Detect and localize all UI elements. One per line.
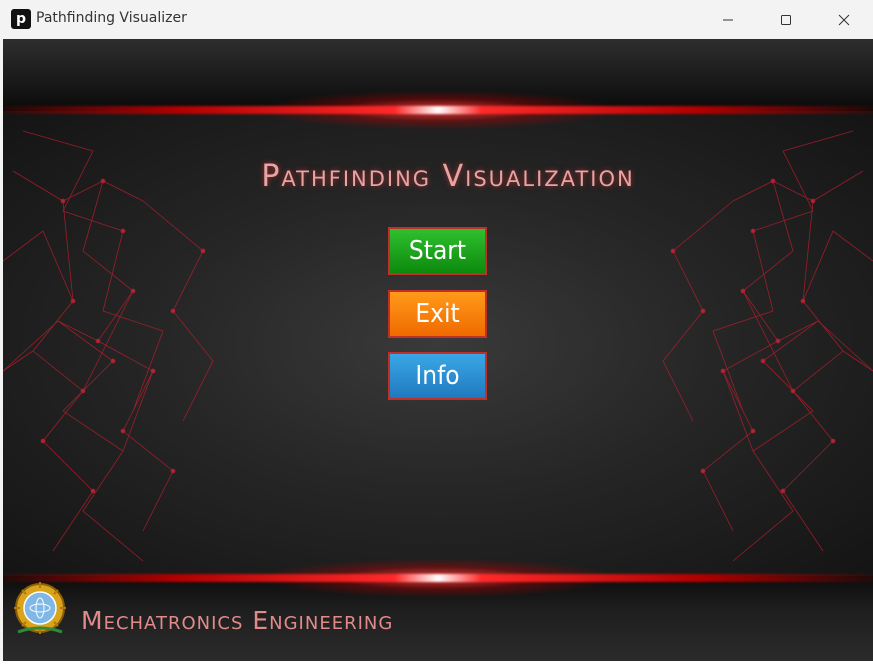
app-canvas: Pathfinding Visualization Start Exit Inf… <box>3 39 873 661</box>
minimize-button[interactable] <box>699 0 757 39</box>
bottom-red-glow-line <box>3 574 873 582</box>
footer-department-label: Mechatronics Engineering <box>81 606 394 635</box>
info-button[interactable]: Info <box>388 352 487 400</box>
app-icon: p <box>11 9 31 29</box>
maximize-icon <box>781 14 791 25</box>
page-title: Pathfinding Visualization <box>261 159 635 194</box>
window-title: Pathfinding Visualizer <box>36 10 187 26</box>
background-console-strip <box>0 661 873 667</box>
start-button[interactable]: Start <box>388 227 487 275</box>
university-logo-icon <box>14 582 66 634</box>
close-button[interactable] <box>815 0 873 39</box>
maximize-button[interactable] <box>757 0 815 39</box>
close-icon <box>838 14 850 25</box>
exit-button[interactable]: Exit <box>388 290 487 338</box>
window-titlebar: p Pathfinding Visualizer <box>0 0 873 39</box>
minimize-icon <box>723 19 733 20</box>
